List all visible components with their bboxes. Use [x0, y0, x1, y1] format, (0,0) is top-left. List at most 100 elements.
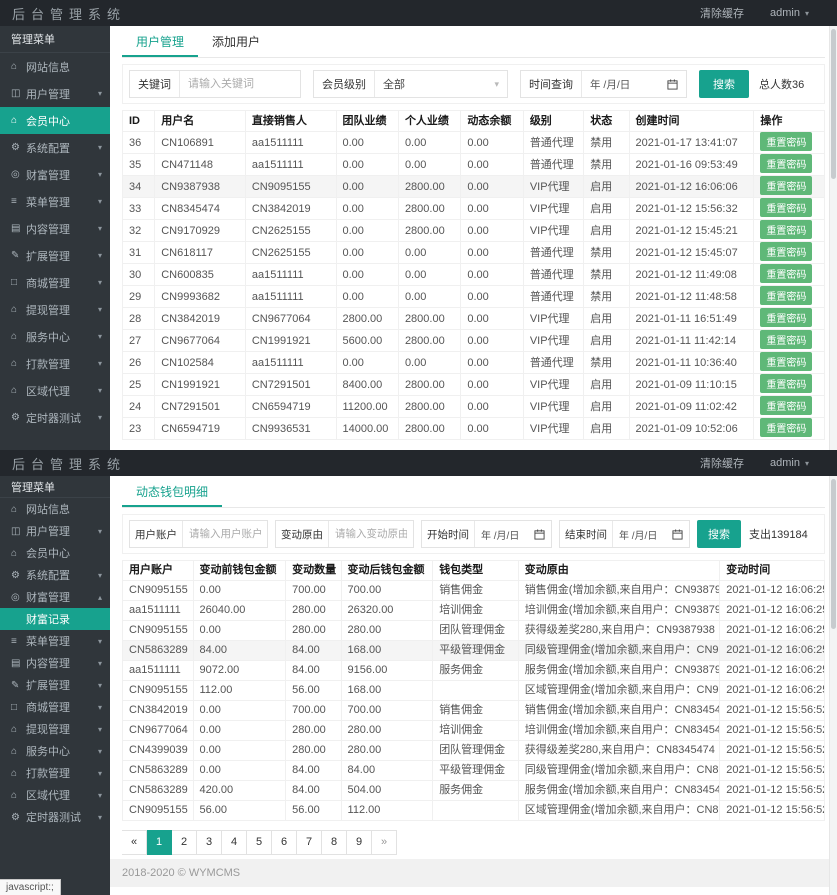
page-button[interactable]: 4 — [222, 830, 247, 855]
page-button[interactable]: 9 — [347, 830, 372, 855]
end-date-input[interactable]: 年 /月/日 — [613, 521, 689, 547]
table-row[interactable]: CN9095155 112.00 56.00 168.00 区域管理佣金(增加余… — [123, 681, 825, 701]
sidebar-item[interactable]: ✎ 扩展管理 ▾ — [0, 674, 110, 696]
sidebar-item[interactable]: ≡ 菜单管理 ▾ — [0, 630, 110, 652]
table-row[interactable]: aa1511111 9072.00 84.00 9156.00 服务佣金 服务佣… — [123, 661, 825, 681]
reset-password-button[interactable]: 重置密码 — [760, 220, 812, 239]
table-row[interactable]: CN3842019 0.00 700.00 700.00 销售佣金 销售佣金(增… — [123, 701, 825, 721]
keyword-input[interactable] — [180, 71, 300, 97]
search-button[interactable]: 搜索 — [699, 70, 749, 98]
sidebar-item[interactable]: ◫ 用户管理 ▾ — [0, 520, 110, 542]
table-row[interactable]: aa1511111 26040.00 280.00 26320.00 培训佣金 … — [123, 601, 825, 621]
sidebar-item[interactable]: ⌂ 网站信息 — [0, 498, 110, 520]
reset-password-button[interactable]: 重置密码 — [760, 286, 812, 305]
page-button[interactable]: 5 — [247, 830, 272, 855]
table-row[interactable]: 32 CN9170929 CN2625155 0.00 2800.00 0.00… — [123, 220, 825, 242]
reset-password-button[interactable]: 重置密码 — [760, 198, 812, 217]
sidebar-item[interactable]: ✎ 扩展管理 ▾ — [0, 242, 110, 269]
sidebar-item[interactable]: 财富记录 — [0, 608, 110, 630]
sidebar-item[interactable]: □ 商城管理 ▾ — [0, 269, 110, 296]
table-row[interactable]: 26 CN102584 aa1511111 0.00 0.00 0.00 普通代… — [123, 352, 825, 374]
page-button[interactable]: 7 — [297, 830, 322, 855]
scrollbar[interactable] — [829, 476, 837, 895]
sidebar-item[interactable]: ⌂ 会员中心 — [0, 107, 110, 134]
sidebar-item[interactable]: ⌂ 服务中心 ▾ — [0, 323, 110, 350]
page-button[interactable]: 6 — [272, 830, 297, 855]
table-row[interactable]: 25 CN1991921 CN7291501 8400.00 2800.00 0… — [123, 374, 825, 396]
sidebar-item[interactable]: ≡ 菜单管理 ▾ — [0, 188, 110, 215]
table-row[interactable]: 29 CN9993682 aa1511111 0.00 0.00 0.00 普通… — [123, 286, 825, 308]
page-button[interactable]: 1 — [147, 830, 172, 855]
scrollbar-thumb[interactable] — [831, 29, 836, 179]
sidebar-item[interactable]: ⌂ 区域代理 ▾ — [0, 784, 110, 806]
table-row[interactable]: CN9095155 56.00 56.00 112.00 区域管理佣金(增加余额… — [123, 801, 825, 821]
table-row[interactable]: 31 CN618117 CN2625155 0.00 0.00 0.00 普通代… — [123, 242, 825, 264]
reset-password-button[interactable]: 重置密码 — [760, 176, 812, 195]
table-row[interactable]: CN5863289 0.00 84.00 84.00 平级管理佣金 同级管理佣金… — [123, 761, 825, 781]
table-row[interactable]: 23 CN6594719 CN9936531 14000.00 2800.00 … — [123, 418, 825, 440]
table-row[interactable]: CN9677064 0.00 280.00 280.00 培训佣金 培训佣金(增… — [123, 721, 825, 741]
sidebar-item[interactable]: ⚙ 定时器测试 ▾ — [0, 404, 110, 431]
table-row[interactable]: 33 CN8345474 CN3842019 0.00 2800.00 0.00… — [123, 198, 825, 220]
sidebar-item[interactable]: ⌂ 服务中心 ▾ — [0, 740, 110, 762]
scrollbar[interactable] — [829, 26, 837, 450]
user-dropdown[interactable]: admin — [770, 457, 809, 469]
reset-password-button[interactable]: 重置密码 — [760, 396, 812, 415]
reset-password-button[interactable]: 重置密码 — [760, 132, 812, 151]
page-button[interactable]: » — [372, 830, 397, 855]
sidebar-item[interactable]: ⌂ 打款管理 ▾ — [0, 350, 110, 377]
clear-cache-link[interactable]: 清除缓存 — [700, 5, 744, 21]
table-row[interactable]: CN4399039 0.00 280.00 280.00 团队管理佣金 获得级差… — [123, 741, 825, 761]
reset-password-button[interactable]: 重置密码 — [760, 330, 812, 349]
sidebar-item[interactable]: ⌂ 提现管理 ▾ — [0, 718, 110, 740]
account-input[interactable] — [183, 521, 267, 547]
page-button[interactable]: « — [122, 830, 147, 855]
sidebar-item[interactable]: ⚙ 系统配置 ▾ — [0, 564, 110, 586]
sidebar-item[interactable]: ⌂ 区域代理 ▾ — [0, 377, 110, 404]
reset-password-button[interactable]: 重置密码 — [760, 374, 812, 393]
sidebar-item[interactable]: ⌂ 会员中心 — [0, 542, 110, 564]
search-button[interactable]: 搜索 — [697, 520, 741, 548]
clear-cache-link[interactable]: 清除缓存 — [700, 455, 744, 471]
sidebar-item[interactable]: ⌂ 打款管理 ▾ — [0, 762, 110, 784]
table-row[interactable]: CN5863289 84.00 84.00 168.00 平级管理佣金 同级管理… — [123, 641, 825, 661]
page-button[interactable]: 2 — [172, 830, 197, 855]
table-row[interactable]: 30 CN600835 aa1511111 0.00 0.00 0.00 普通代… — [123, 264, 825, 286]
sidebar-item[interactable]: ▤ 内容管理 ▾ — [0, 215, 110, 242]
table-row[interactable]: 35 CN471148 aa1511111 0.00 0.00 0.00 普通代… — [123, 154, 825, 176]
reset-password-button[interactable]: 重置密码 — [760, 352, 812, 371]
sidebar-item[interactable]: ⚙ 系统配置 ▾ — [0, 134, 110, 161]
table-row[interactable]: 36 CN106891 aa1511111 0.00 0.00 0.00 普通代… — [123, 132, 825, 154]
tab[interactable]: 用户管理 — [122, 26, 198, 57]
page-button[interactable]: 3 — [197, 830, 222, 855]
sidebar-item[interactable]: ◫ 用户管理 ▾ — [0, 80, 110, 107]
tab[interactable]: 动态钱包明细 — [122, 476, 222, 507]
table-row[interactable]: 24 CN7291501 CN6594719 11200.00 2800.00 … — [123, 396, 825, 418]
date-input[interactable]: 年 /月/日 — [582, 71, 686, 97]
sidebar-item[interactable]: 管理菜单 — [0, 476, 110, 498]
scrollbar-thumb[interactable] — [831, 479, 836, 629]
sidebar-item[interactable]: ⚙ 定时器测试 ▾ — [0, 806, 110, 828]
table-row[interactable]: 34 CN9387938 CN9095155 0.00 2800.00 0.00… — [123, 176, 825, 198]
reason-input[interactable] — [329, 521, 413, 547]
table-row[interactable]: CN9095155 0.00 700.00 700.00 销售佣金 销售佣金(增… — [123, 581, 825, 601]
reset-password-button[interactable]: 重置密码 — [760, 154, 812, 173]
sidebar-item[interactable]: ⌂ 网站信息 — [0, 53, 110, 80]
table-row[interactable]: 27 CN9677064 CN1991921 5600.00 2800.00 0… — [123, 330, 825, 352]
user-dropdown[interactable]: admin — [770, 7, 809, 19]
table-row[interactable]: CN5863289 420.00 84.00 504.00 服务佣金 服务佣金(… — [123, 781, 825, 801]
start-date-input[interactable]: 年 /月/日 — [475, 521, 551, 547]
reset-password-button[interactable]: 重置密码 — [760, 242, 812, 261]
sidebar-item[interactable]: ⌂ 提现管理 ▾ — [0, 296, 110, 323]
reset-password-button[interactable]: 重置密码 — [760, 418, 812, 437]
table-row[interactable]: CN9095155 0.00 280.00 280.00 团队管理佣金 获得级差… — [123, 621, 825, 641]
sidebar-item[interactable]: ▤ 内容管理 ▾ — [0, 652, 110, 674]
sidebar-item[interactable]: ◎ 财富管理 ▾ — [0, 161, 110, 188]
tab[interactable]: 添加用户 — [198, 26, 274, 57]
reset-password-button[interactable]: 重置密码 — [760, 264, 812, 283]
reset-password-button[interactable]: 重置密码 — [760, 308, 812, 327]
sidebar-item[interactable]: 管理菜单 — [0, 26, 110, 53]
page-button[interactable]: 8 — [322, 830, 347, 855]
sidebar-item[interactable]: □ 商城管理 ▾ — [0, 696, 110, 718]
member-level-select[interactable]: 全部 — [375, 71, 507, 97]
